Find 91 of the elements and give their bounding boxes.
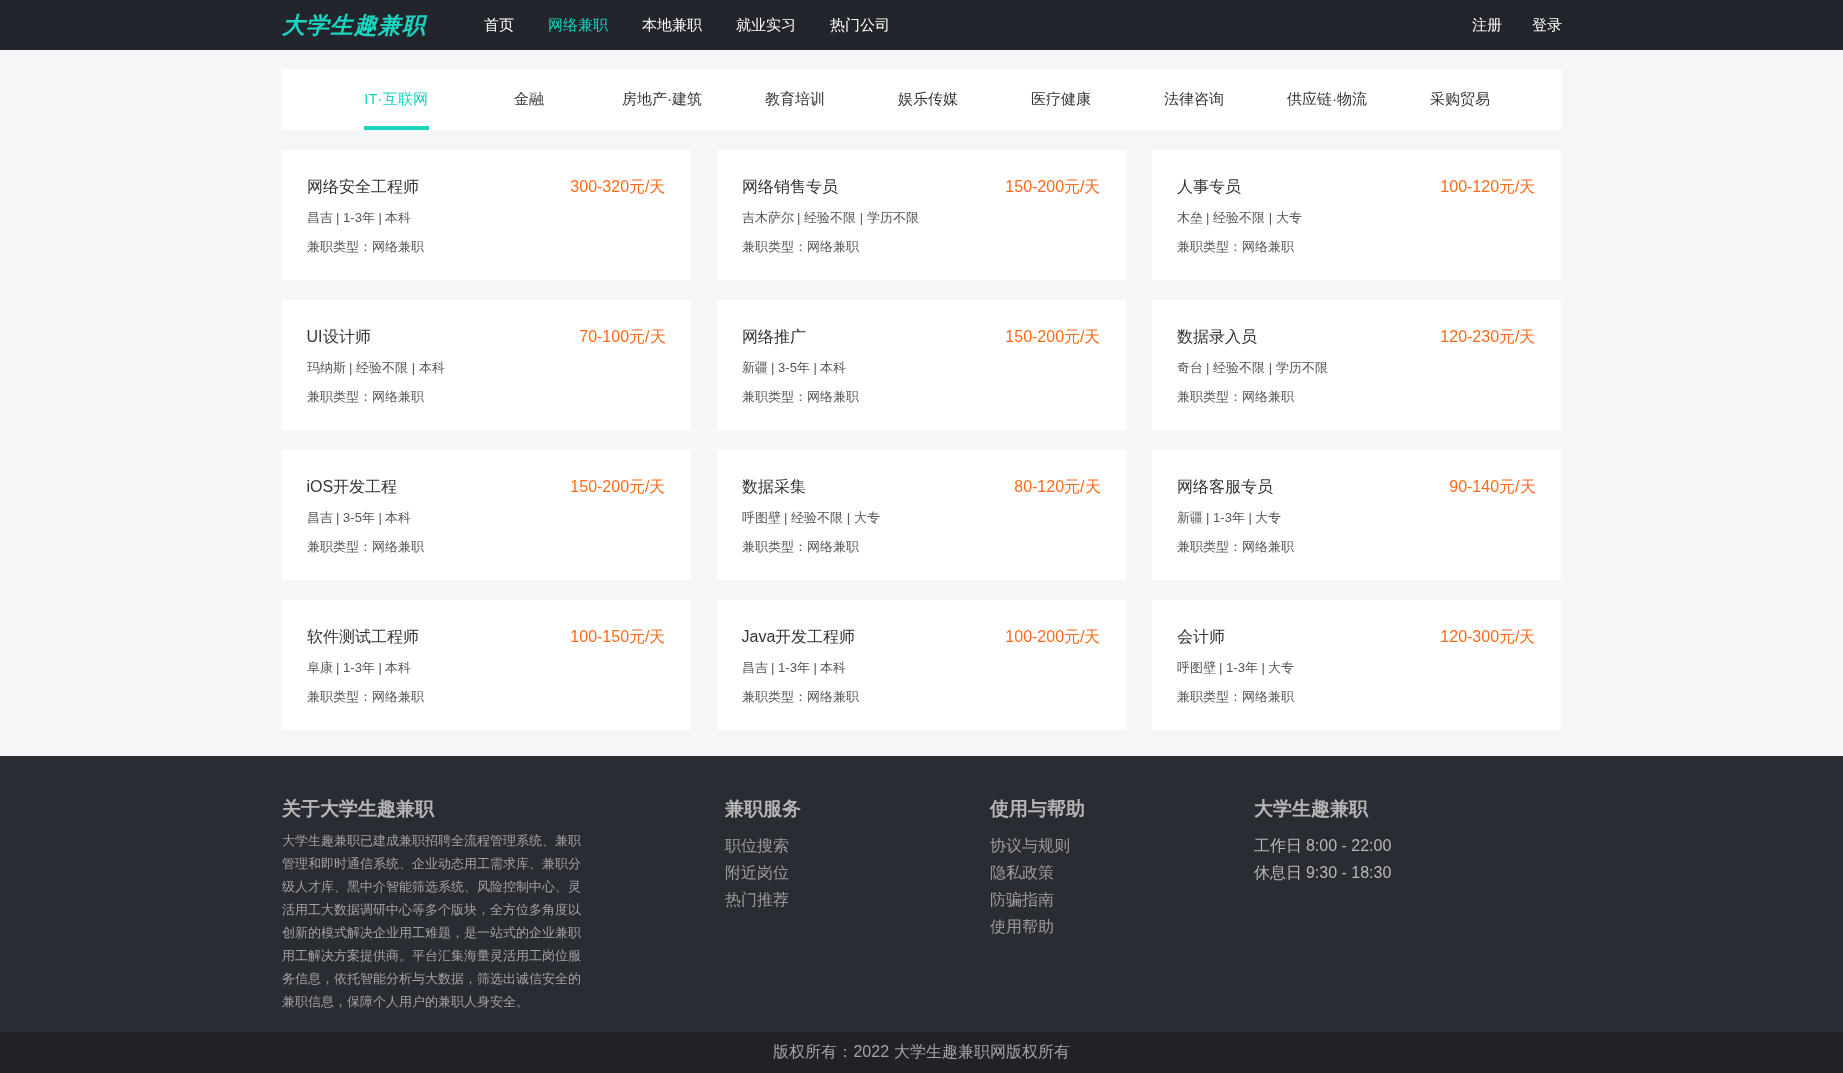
- job-salary: 80-120元/天: [1014, 477, 1101, 497]
- job-title: 网络安全工程师: [306, 177, 419, 197]
- footer-link[interactable]: 协议与规则: [989, 836, 1254, 857]
- job-title: 数据采集: [741, 477, 806, 497]
- category-tab[interactable]: 娱乐传媒: [861, 69, 995, 130]
- copyright-text: 版权所有：2022 大学生趣兼职网版权所有: [773, 1042, 1070, 1062]
- job-details: 昌吉 | 1-3年 | 本科: [741, 659, 848, 677]
- job-salary: 100-200元/天: [1005, 627, 1101, 647]
- job-salary: 90-140元/天: [1449, 477, 1536, 497]
- footer-link[interactable]: 隐私政策: [989, 863, 1254, 884]
- job-type: 兼职类型：网络兼职: [1176, 538, 1295, 556]
- category-tab[interactable]: 房地产·建筑: [595, 69, 729, 130]
- nav-link[interactable]: 首页: [483, 15, 514, 35]
- job-details: 奇台 | 经验不限 | 学历不限: [1176, 359, 1329, 377]
- footer-link[interactable]: 热门推荐: [724, 890, 990, 911]
- job-card[interactable]: 网络推广 150-200元/天 新疆 | 3-5年 | 本科 兼职类型：网络兼职: [716, 300, 1126, 430]
- job-details: 昌吉 | 3-5年 | 本科: [306, 509, 413, 527]
- service-hours: 休息日 9:30 - 18:30: [1253, 863, 1392, 883]
- footer-heading: 大学生趣兼职: [1253, 797, 1370, 821]
- job-card[interactable]: Java开发工程师 100-200元/天 昌吉 | 1-3年 | 本科 兼职类型：网络兼职: [716, 600, 1126, 730]
- category-tab[interactable]: 法律咨询: [1127, 69, 1261, 130]
- job-salary: 300-320元/天: [570, 177, 666, 197]
- job-title: 网络推广: [741, 327, 806, 347]
- footer-heading: 使用与帮助: [989, 797, 1086, 821]
- account-link[interactable]: 注册: [1471, 15, 1502, 35]
- job-type: 兼职类型：网络兼职: [1176, 688, 1295, 706]
- job-card[interactable]: 数据录入员 120-230元/天 奇台 | 经验不限 | 学历不限 兼职类型：网络兼职: [1151, 300, 1561, 430]
- service-hours: 工作日 8:00 - 22:00: [1253, 836, 1392, 856]
- footer-link[interactable]: 职位搜索: [724, 836, 990, 857]
- job-details: 吉木萨尔 | 经验不限 | 学历不限: [741, 209, 920, 227]
- job-salary: 120-230元/天: [1440, 327, 1536, 347]
- job-details: 木垒 | 经验不限 | 大专: [1176, 209, 1303, 227]
- job-card[interactable]: 网络客服专员 90-140元/天 新疆 | 1-3年 | 大专 兼职类型：网络兼职: [1151, 450, 1561, 580]
- job-type: 兼职类型：网络兼职: [741, 688, 860, 706]
- job-salary: 120-300元/天: [1440, 627, 1536, 647]
- job-title: Java开发工程师: [741, 627, 856, 647]
- job-card[interactable]: 会计师 120-300元/天 呼图壁 | 1-3年 | 大专 兼职类型：网络兼职: [1151, 600, 1561, 730]
- about-text: 大学生趣兼职已建成兼职招聘全流程管理系统、兼职管理和即时通信系统、企业动态用工需求库、兼职分级人才库、黑中介智能筛选系统、风险控制中心、灵活用工大数据调研中心等多个版块，全方位多角度以创新的模式解决企业用工难题，是一站式的企业兼职用工解决方案提供商。平台汇集海量灵活用工岗位服务信息，依托智能分析与大数据，筛选出诚信安全的兼职信息，保障个人用户的兼职人身安全。: [281, 833, 582, 1011]
- category-tab[interactable]: 医疗健康: [994, 69, 1128, 130]
- job-salary: 100-150元/天: [570, 627, 666, 647]
- job-title: 人事专员: [1176, 177, 1241, 197]
- nav-link[interactable]: 网络兼职: [547, 15, 608, 35]
- job-details: 呼图壁 | 经验不限 | 大专: [741, 509, 881, 527]
- job-details: 玛纳斯 | 经验不限 | 本科: [306, 359, 446, 377]
- job-title: 网络客服专员: [1176, 477, 1273, 497]
- category-tab[interactable]: 供应链·物流: [1260, 69, 1394, 130]
- job-salary: 150-200元/天: [570, 477, 666, 497]
- job-details: 新疆 | 1-3年 | 大专: [1176, 509, 1283, 527]
- job-salary: 150-200元/天: [1005, 177, 1101, 197]
- job-salary: 100-120元/天: [1440, 177, 1536, 197]
- job-card[interactable]: 软件测试工程师 100-150元/天 阜康 | 1-3年 | 本科 兼职类型：网络兼职: [281, 600, 691, 730]
- job-type: 兼职类型：网络兼职: [741, 238, 860, 256]
- job-type: 兼职类型：网络兼职: [1176, 388, 1295, 406]
- job-details: 呼图壁 | 1-3年 | 大专: [1176, 659, 1296, 677]
- job-type: 兼职类型：网络兼职: [306, 538, 425, 556]
- category-tab[interactable]: 金融: [462, 69, 596, 130]
- job-card[interactable]: iOS开发工程 150-200元/天 昌吉 | 3-5年 | 本科 兼职类型：网络兼职: [281, 450, 691, 580]
- job-details: 昌吉 | 1-3年 | 本科: [306, 209, 413, 227]
- job-type: 兼职类型：网络兼职: [741, 388, 860, 406]
- job-title: 网络销售专员: [741, 177, 838, 197]
- nav-link[interactable]: 就业实习: [735, 15, 796, 35]
- job-card[interactable]: 人事专员 100-120元/天 木垒 | 经验不限 | 大专 兼职类型：网络兼职: [1151, 150, 1561, 280]
- nav-link[interactable]: 热门公司: [829, 15, 890, 35]
- job-type: 兼职类型：网络兼职: [741, 538, 860, 556]
- category-tab[interactable]: 教育培训: [728, 69, 862, 130]
- job-card[interactable]: 网络安全工程师 300-320元/天 昌吉 | 1-3年 | 本科 兼职类型：网络兼职: [281, 150, 691, 280]
- job-card[interactable]: 数据采集 80-120元/天 呼图壁 | 经验不限 | 大专 兼职类型：网络兼职: [716, 450, 1126, 580]
- category-tab[interactable]: 采购贸易: [1393, 69, 1527, 130]
- site-logo[interactable]: 大学生趣兼职: [281, 9, 426, 41]
- job-card[interactable]: UI设计师 70-100元/天 玛纳斯 | 经验不限 | 本科 兼职类型：网络兼职: [281, 300, 691, 430]
- job-title: 数据录入员: [1176, 327, 1257, 347]
- job-salary: 70-100元/天: [579, 327, 666, 347]
- job-title: 软件测试工程师: [306, 627, 419, 647]
- job-type: 兼职类型：网络兼职: [306, 238, 425, 256]
- job-title: 会计师: [1176, 627, 1225, 647]
- footer-link[interactable]: 附近岗位: [724, 863, 990, 884]
- account-link[interactable]: 登录: [1531, 15, 1562, 35]
- footer-heading: 关于大学生趣兼职: [281, 797, 436, 821]
- job-type: 兼职类型：网络兼职: [306, 388, 425, 406]
- footer-link[interactable]: 使用帮助: [989, 917, 1254, 938]
- footer-link[interactable]: 防骗指南: [989, 890, 1254, 911]
- job-type: 兼职类型：网络兼职: [1176, 238, 1295, 256]
- job-type: 兼职类型：网络兼职: [306, 688, 425, 706]
- nav-link[interactable]: 本地兼职: [641, 15, 702, 35]
- footer-heading: 兼职服务: [724, 797, 802, 821]
- job-title: UI设计师: [306, 327, 371, 347]
- job-card[interactable]: 网络销售专员 150-200元/天 吉木萨尔 | 经验不限 | 学历不限 兼职类型：网络兼职: [716, 150, 1126, 280]
- job-details: 阜康 | 1-3年 | 本科: [306, 659, 413, 677]
- job-salary: 150-200元/天: [1005, 327, 1101, 347]
- job-details: 新疆 | 3-5年 | 本科: [741, 359, 848, 377]
- job-title: iOS开发工程: [306, 477, 398, 497]
